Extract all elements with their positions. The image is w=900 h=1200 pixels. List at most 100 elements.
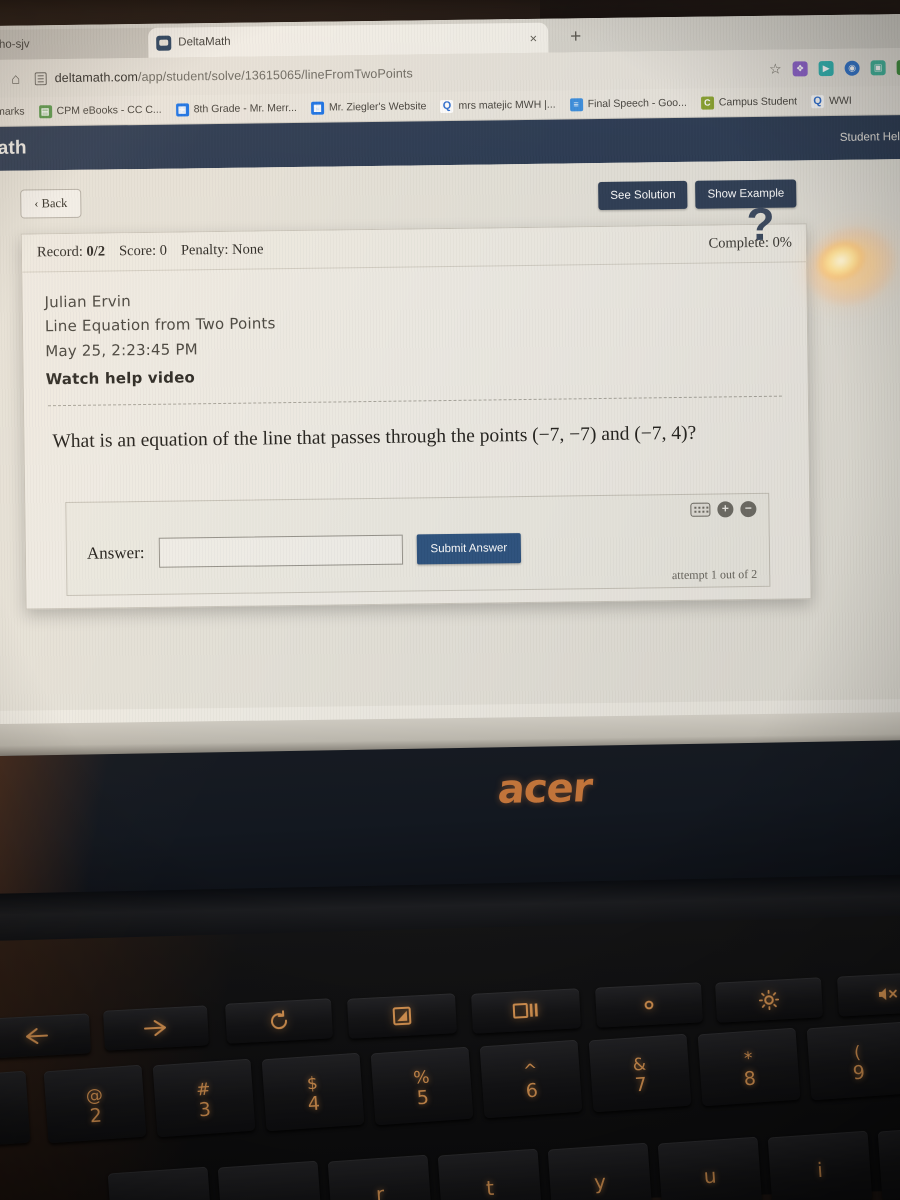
penalty-metric: Penalty: None	[181, 241, 264, 259]
key-8[interactable]: * 8	[697, 1027, 801, 1107]
key-3-lower: 3	[198, 1098, 212, 1121]
fullscreen-key[interactable]	[347, 993, 457, 1039]
bookmark-label: Mr. Ziegler's Website	[328, 100, 427, 114]
bookmark-ziegler-website[interactable]: ▦ Mr. Ziegler's Website	[310, 100, 427, 115]
key-u-label: u	[702, 1163, 718, 1189]
key-7[interactable]: & 7	[588, 1033, 692, 1113]
quizlet-icon: Q	[440, 99, 454, 113]
student-help-videos-link[interactable]: Student Help Vi	[840, 131, 900, 144]
key-4-upper: $	[306, 1073, 319, 1094]
key-9[interactable]: ( 9	[806, 1021, 900, 1101]
key-4-lower: 4	[307, 1092, 321, 1115]
key-5[interactable]: % 5	[370, 1046, 474, 1126]
bookmarks-folder-label[interactable]: ookmarks	[0, 106, 25, 119]
refresh-icon	[271, 1010, 287, 1030]
zoom-in-button[interactable]: +	[717, 501, 734, 518]
divider	[47, 395, 782, 407]
url-text: deltamath.com/app/student/solve/13615065…	[55, 66, 413, 85]
page-info-icon[interactable]	[34, 71, 47, 85]
purple-extension-icon[interactable]: ❖	[792, 60, 808, 76]
url-path: /app/student/solve/13615065/lineFromTwoP…	[137, 66, 413, 85]
submit-answer-button[interactable]: Submit Answer	[416, 532, 522, 565]
record-label: Record:	[36, 243, 83, 261]
bookmark-cpm-ebooks[interactable]: ▤ CPM eBooks - CC C...	[38, 103, 162, 118]
laptop-screen: z-vnho-sjv × DeltaMath × + ↻ ⌂ deltamath…	[0, 13, 900, 726]
back-button[interactable]: ‹ Back	[20, 188, 82, 219]
bookmark-label: CPM eBooks - CC C...	[56, 103, 162, 118]
deltamath-logo[interactable]: Math	[0, 138, 27, 161]
key-u[interactable]: u	[657, 1136, 763, 1200]
bookmark-label: WWI	[828, 94, 852, 107]
penalty-value: None	[231, 241, 264, 258]
back-key[interactable]	[0, 1013, 91, 1059]
key-3[interactable]: # 3	[152, 1058, 256, 1138]
bookmark-8th-grade[interactable]: ▦ 8th Grade - Mr. Merr...	[175, 101, 298, 117]
key-6[interactable]: ^ 6	[479, 1039, 583, 1119]
record-metric: Record: 0/2	[37, 243, 105, 261]
key-r[interactable]: r	[327, 1154, 433, 1200]
answer-panel: + − Answer: Submit Answer attempt 1 out …	[65, 492, 771, 596]
key-7-upper: &	[632, 1054, 647, 1075]
answer-input[interactable]	[158, 534, 403, 568]
key-edge-bottom-left[interactable]	[107, 1166, 213, 1200]
zoom-out-button[interactable]: −	[740, 500, 757, 518]
laptop-photo-scene: z-vnho-sjv × DeltaMath × + ↻ ⌂ deltamath…	[0, 0, 900, 1200]
brightness-up-icon	[758, 989, 780, 1011]
key-y-label: y	[593, 1169, 607, 1195]
address-bar[interactable]: deltamath.com/app/student/solve/13615065…	[34, 62, 770, 86]
bookmark-final-speech[interactable]: ≡ Final Speech - Goo...	[569, 96, 687, 111]
problem-card: Record: 0/2 Score: 0 Penalty: None Compl…	[20, 198, 812, 610]
deltamath-favicon	[156, 35, 172, 51]
key-y[interactable]: y	[547, 1142, 653, 1200]
key-t[interactable]: t	[437, 1148, 543, 1200]
key-i[interactable]: i	[767, 1130, 873, 1200]
watch-help-video-link[interactable]: Watch help video	[45, 365, 196, 391]
bookmark-star-icon[interactable]: ☆	[769, 60, 782, 77]
close-tab-icon[interactable]: ×	[527, 30, 541, 45]
overview-windows-icon	[512, 1003, 538, 1019]
brightness-up-key[interactable]	[715, 977, 823, 1023]
teal-square-extension-icon[interactable]: ▣	[870, 59, 886, 75]
key-edge-left[interactable]	[0, 1070, 31, 1150]
bookmark-label: 8th Grade - Mr. Merr...	[193, 101, 298, 116]
see-solution-button[interactable]: See Solution	[598, 180, 688, 211]
bookmark-campus-student[interactable]: C Campus Student	[700, 95, 797, 110]
complete-value: 0%	[772, 234, 793, 251]
bookmark-mrs-matejic[interactable]: Q mrs matejic MWH |...	[440, 98, 556, 113]
question-text: What is an equation of the line that pas…	[52, 422, 697, 453]
bookmark-label: Final Speech - Goo...	[587, 96, 687, 111]
score-value: 0	[159, 242, 168, 259]
score-label: Score:	[118, 242, 157, 260]
key-2-lower: 2	[89, 1104, 103, 1127]
overview-key[interactable]	[471, 988, 581, 1034]
key-4[interactable]: $ 4	[261, 1052, 365, 1132]
forward-key[interactable]	[103, 1005, 209, 1051]
question-mark-icon: ?	[746, 197, 775, 251]
quizlet-icon: Q	[810, 94, 825, 108]
key-edge-bottom-right[interactable]	[877, 1124, 900, 1200]
mute-key[interactable]	[837, 971, 900, 1017]
brightness-down-icon	[644, 1000, 654, 1010]
problem-content: Julian Ervin Line Equation from Two Poin…	[22, 198, 810, 608]
key-8-upper: *	[743, 1048, 754, 1069]
key-edge-bottom-left2[interactable]	[217, 1160, 323, 1200]
key-6-lower: 6	[525, 1079, 539, 1102]
bookmark-wwi[interactable]: Q WWI	[810, 94, 852, 108]
key-2[interactable]: @ 2	[43, 1064, 147, 1144]
keyboard-icon[interactable]	[690, 502, 711, 517]
refresh-key[interactable]	[225, 998, 333, 1044]
attempt-counter: attempt 1 out of 2	[671, 566, 758, 582]
google-docs-icon: ≡	[569, 97, 583, 111]
record-value: 0/2	[86, 243, 106, 260]
problem-meta: Julian Ervin Line Equation from Two Poin…	[44, 281, 785, 392]
home-icon[interactable]: ⌂	[3, 65, 29, 91]
play-extension-icon[interactable]: ▶	[818, 60, 834, 76]
key-i-label: i	[816, 1157, 824, 1183]
green-extension-icon[interactable]: ◢	[896, 59, 900, 75]
key-r-label: r	[375, 1181, 386, 1200]
blue-circle-extension-icon[interactable]: ◉	[844, 60, 860, 76]
brightness-down-key[interactable]	[595, 982, 703, 1028]
new-tab-button[interactable]: +	[570, 26, 581, 47]
key-6-upper: ^	[522, 1060, 539, 1081]
cpm-icon: ▤	[38, 104, 52, 118]
